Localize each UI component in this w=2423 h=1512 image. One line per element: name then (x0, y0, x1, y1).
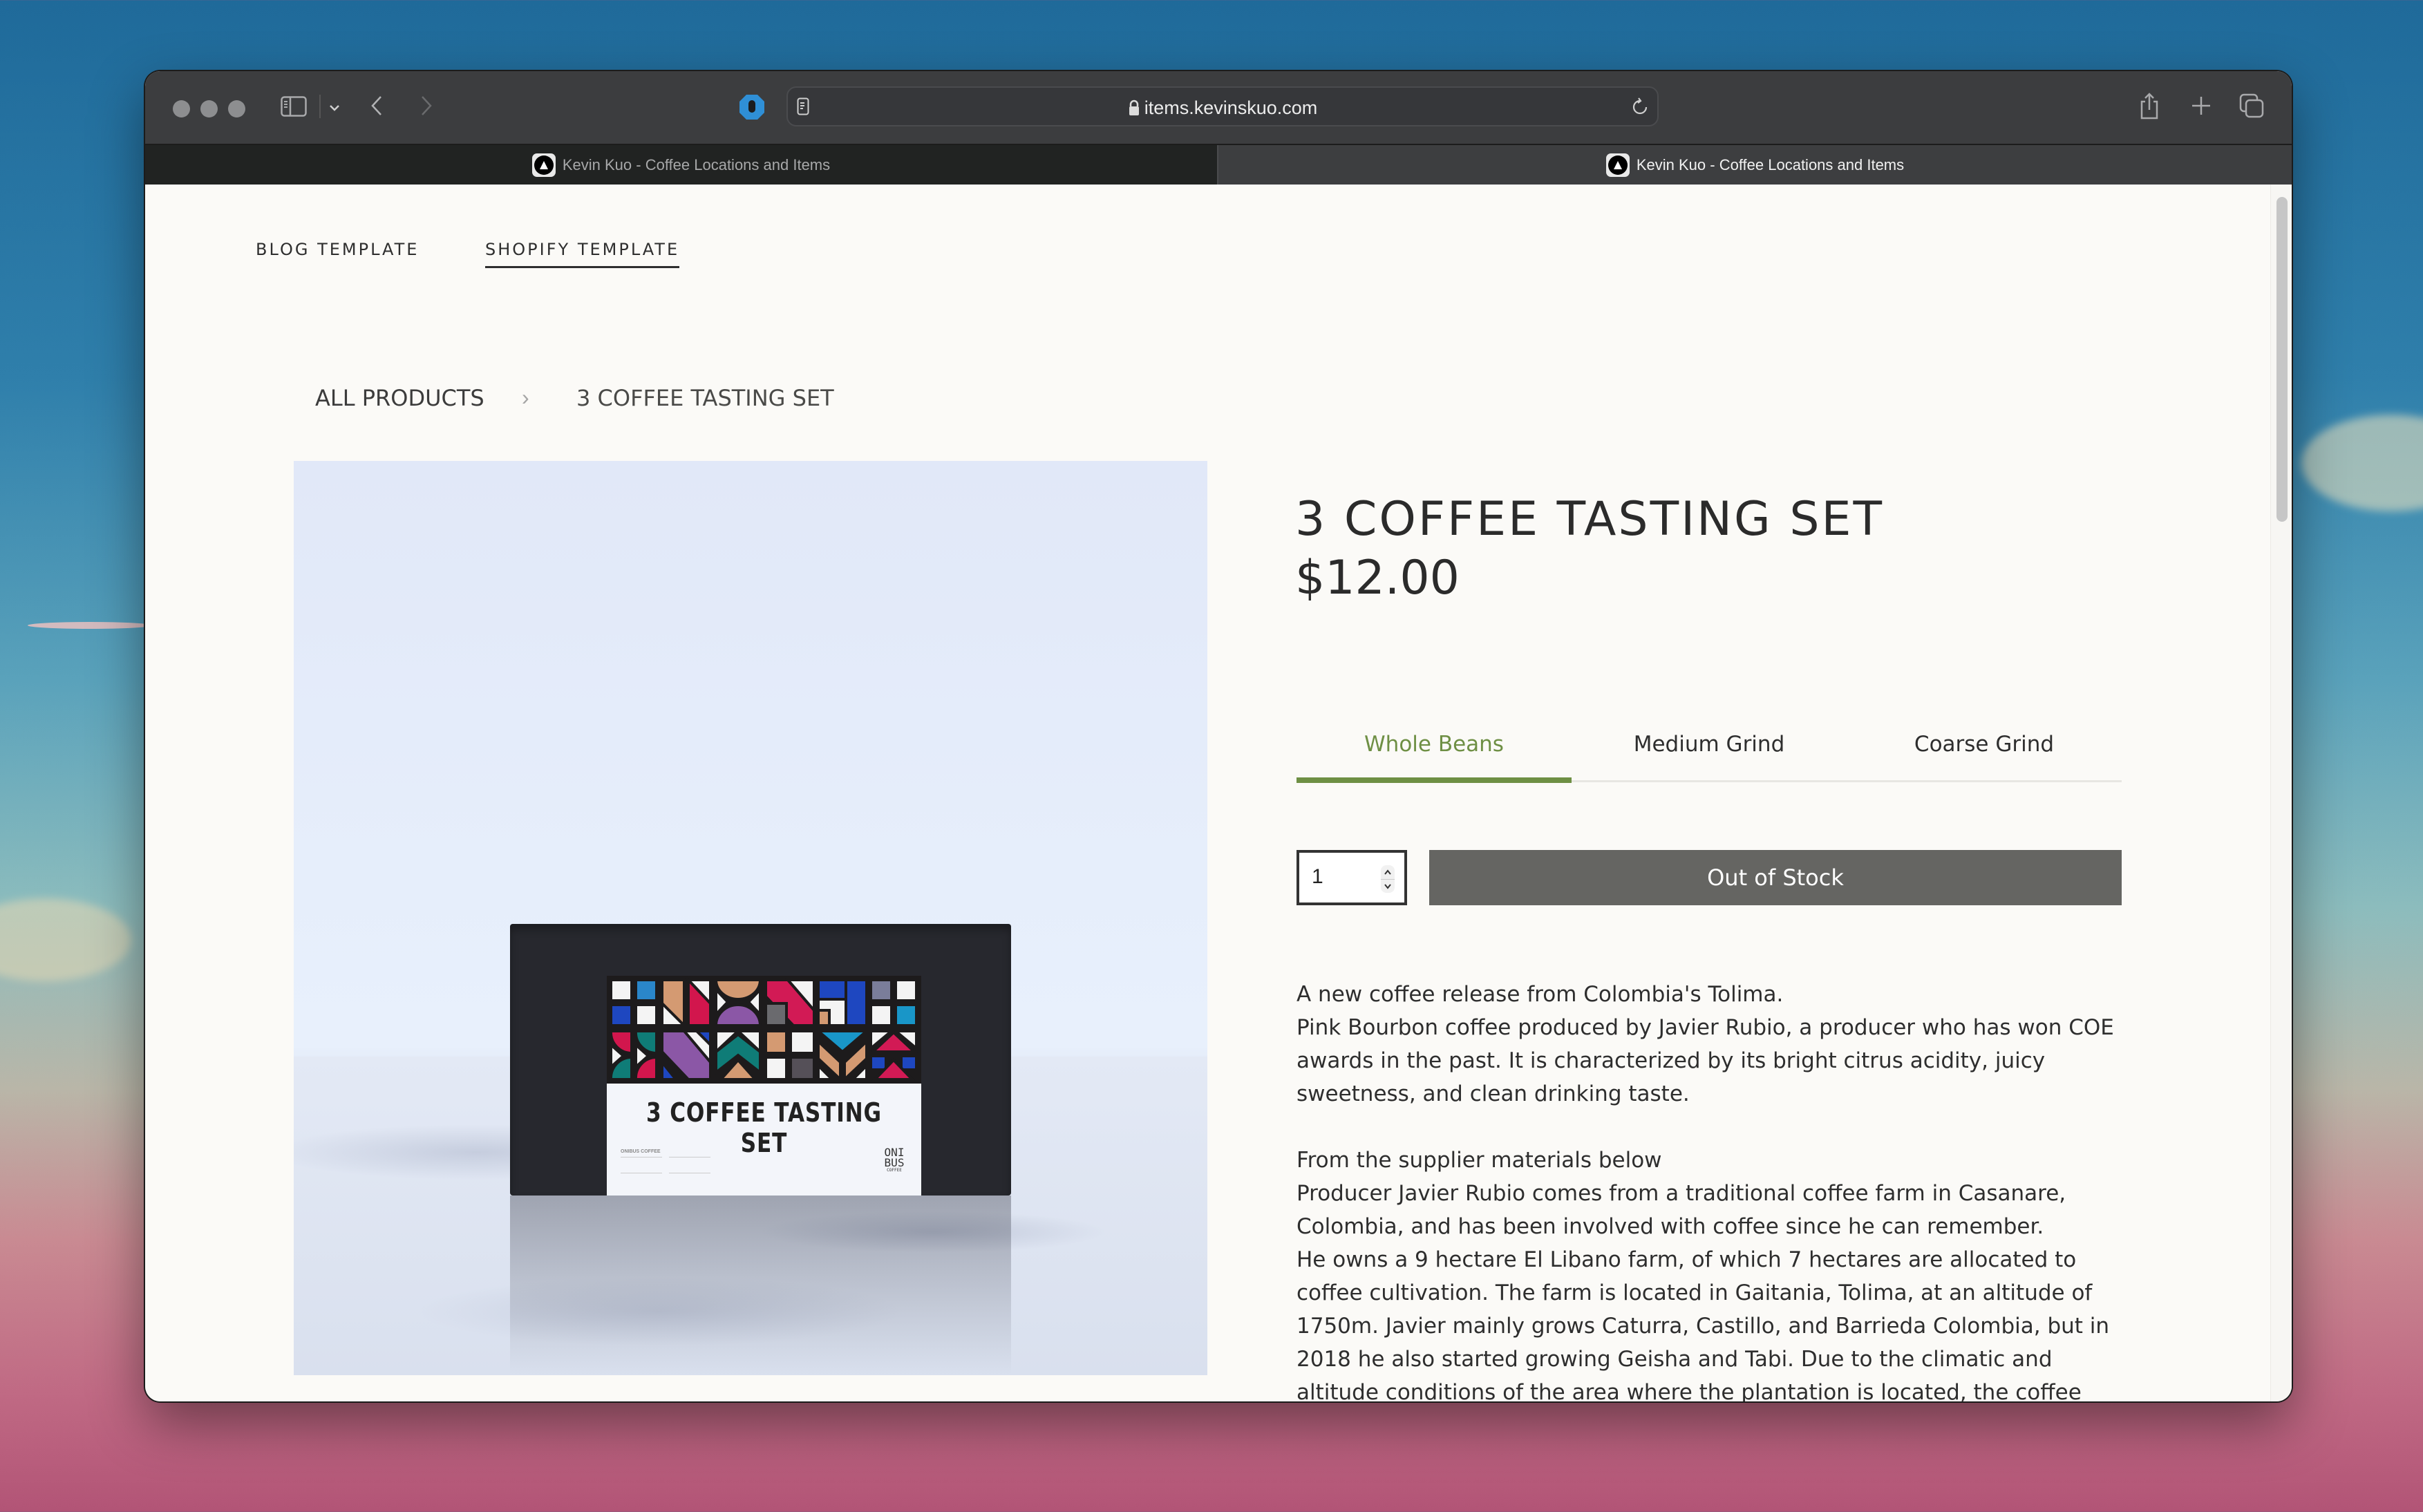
url-display[interactable]: items.kevinskuo.com (788, 97, 1657, 121)
new-tab-button[interactable] (2187, 92, 2215, 120)
box-label-title: 3 COFFEE TASTING SET (646, 1097, 882, 1158)
box-reflection (510, 1196, 1011, 1375)
browser-tab-active[interactable]: Kevin Kuo - Coffee Locations and Items (1218, 145, 2292, 185)
stepper-up-icon[interactable] (1381, 865, 1395, 879)
forward-icon (422, 96, 432, 115)
browser-tab[interactable]: Kevin Kuo - Coffee Locations and Items (145, 145, 1218, 185)
toolbar-divider (319, 95, 321, 118)
stepper-down-icon[interactable] (1381, 879, 1395, 894)
quantity-stepper[interactable] (1381, 865, 1395, 893)
reload-icon (1632, 97, 1648, 115)
tab-overview-button[interactable] (2238, 91, 2265, 121)
product-description: A new coffee release from Colombia's Tol… (1297, 978, 2126, 1401)
geometric-pattern (607, 976, 921, 1084)
forward-button[interactable] (416, 92, 437, 120)
minimize-window-button[interactable] (200, 100, 218, 117)
variant-tab-coarse-grind[interactable]: Coarse Grind (1847, 732, 2122, 780)
chevron-down-icon (329, 97, 340, 115)
description-paragraph: From the supplier materials below (1297, 1148, 1662, 1173)
box-brand-logo: ONI BUS COFFEE (884, 1146, 905, 1173)
variant-tab-medium-grind[interactable]: Medium Grind (1572, 732, 1847, 780)
description-paragraph: Pink Bourbon coffee produced by Javier R… (1297, 1015, 2114, 1106)
plus-icon (2192, 97, 2210, 115)
tab-title: Kevin Kuo - Coffee Locations and Items (1636, 155, 1905, 173)
back-button[interactable] (366, 92, 387, 120)
tab-bar: Kevin Kuo - Coffee Locations and Items K… (145, 144, 2292, 185)
description-paragraph: He owns a 9 hectare El Libano farm, of w… (1297, 1247, 2110, 1401)
quantity-input[interactable]: 1 (1297, 850, 1407, 905)
sidebar-toggle-button[interactable] (280, 95, 308, 118)
quantity-value: 1 (1312, 865, 1323, 888)
variant-selector: Whole Beans Medium Grind Coarse Grind (1297, 732, 2122, 783)
product-box: 3 COFFEE TASTING SET ONIBUS COFFEE ONI B… (510, 924, 1011, 1196)
breadcrumb-all-products[interactable]: ALL PRODUCTS (315, 385, 484, 411)
nav-link-blog-template[interactable]: BLOG TEMPLATE (256, 240, 419, 259)
tab-title: Kevin Kuo - Coffee Locations and Items (562, 155, 831, 173)
address-bar[interactable]: items.kevinskuo.com (786, 86, 1659, 126)
share-button[interactable] (2136, 89, 2163, 122)
variant-tab-whole-beans[interactable]: Whole Beans (1297, 732, 1572, 783)
box-brand-name: ONIBUS COFFEE (621, 1149, 661, 1154)
tabs-overview-icon (2239, 93, 2264, 118)
out-of-stock-button[interactable]: Out of Stock (1429, 850, 2122, 905)
product-title: 3 COFFEE TASTING SET (1295, 492, 1885, 547)
breadcrumb-current: 3 COFFEE TASTING SET (576, 385, 834, 411)
url-text: items.kevinskuo.com (1144, 97, 1318, 118)
description-paragraph: Producer Javier Rubio comes from a tradi… (1297, 1181, 2066, 1239)
tab-group-chevron-button[interactable] (326, 96, 343, 117)
reload-button[interactable] (1630, 96, 1650, 117)
product-image[interactable]: 3 COFFEE TASTING SET ONIBUS COFFEE ONI B… (294, 461, 1207, 1375)
nav-link-shopify-template[interactable]: SHOPIFY TEMPLATE (485, 240, 680, 268)
breadcrumb-separator-icon: › (522, 385, 529, 410)
box-address-right (669, 1157, 710, 1173)
lock-icon (1128, 100, 1140, 121)
browser-window: items.kevinskuo.com Kevin Kuo - Coffee L… (145, 71, 2292, 1401)
box-address-left (621, 1157, 662, 1173)
share-icon (2140, 93, 2158, 120)
site-favicon-icon (531, 153, 556, 177)
sidebar-icon (281, 96, 307, 117)
hand-stop-icon (739, 95, 764, 120)
zoom-window-button[interactable] (228, 100, 245, 117)
page-scrollbar-thumb[interactable] (2276, 197, 2288, 522)
product-price: $12.00 (1295, 551, 1460, 605)
close-window-button[interactable] (173, 100, 190, 117)
privacy-extension-button[interactable] (738, 93, 766, 121)
box-label: 3 COFFEE TASTING SET ONIBUS COFFEE ONI B… (607, 976, 921, 1196)
page-content: BLOG TEMPLATE SHOPIFY TEMPLATE ALL PRODU… (145, 185, 2292, 1401)
browser-toolbar: items.kevinskuo.com (145, 71, 2292, 144)
site-favicon-icon (1605, 153, 1630, 177)
description-paragraph: A new coffee release from Colombia's Tol… (1297, 982, 1784, 1007)
back-icon (371, 96, 381, 115)
